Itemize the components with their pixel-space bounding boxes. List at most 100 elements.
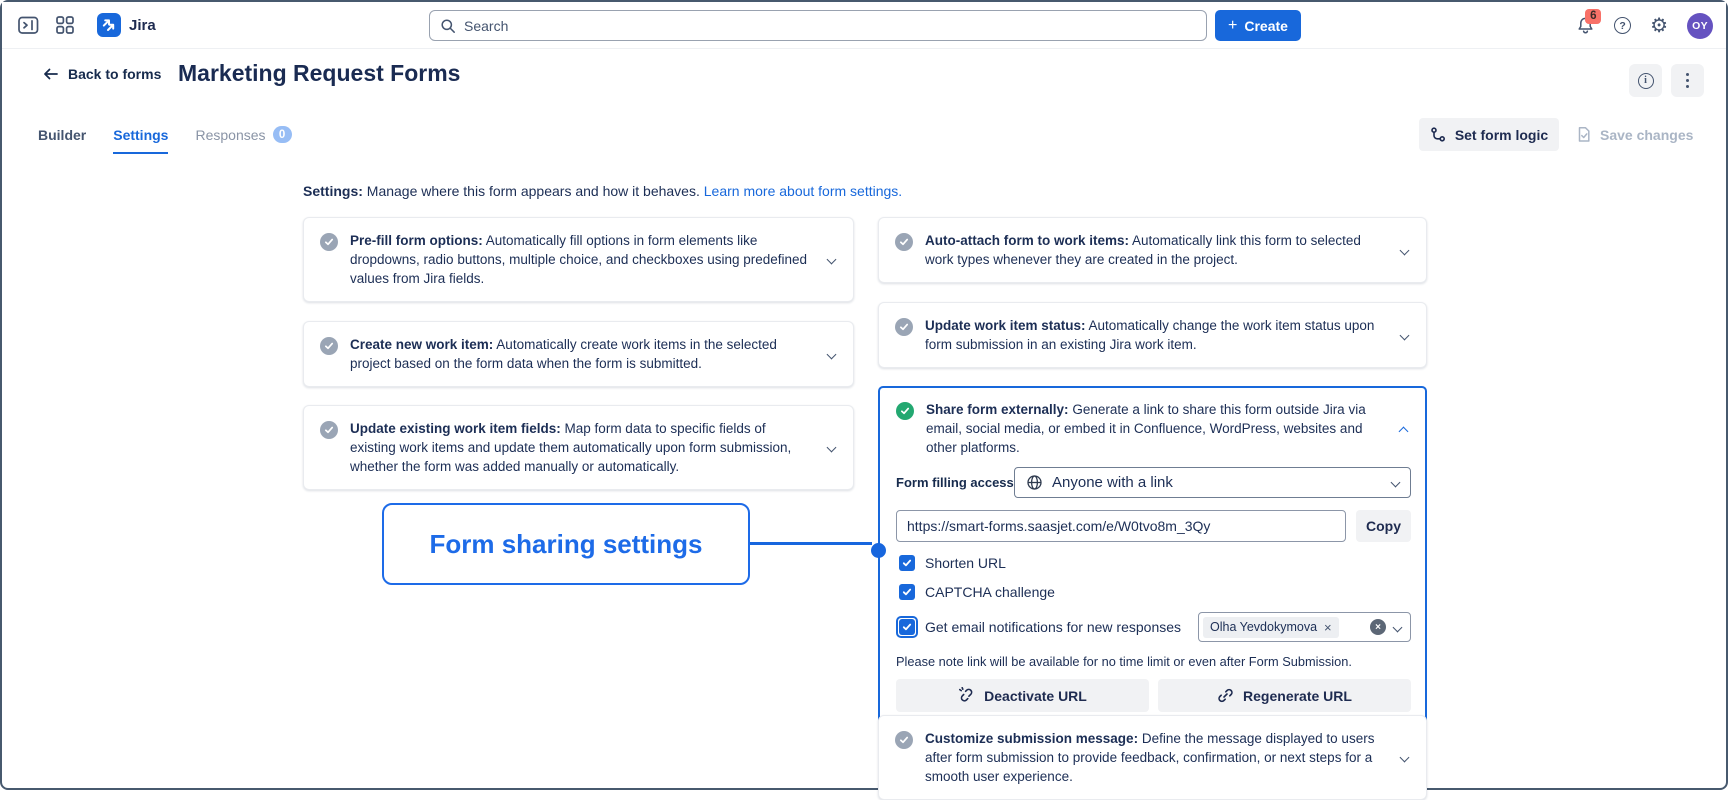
remove-recipient-icon[interactable]: × — [1324, 621, 1332, 634]
responses-count-badge: 0 — [273, 126, 292, 143]
tab-builder[interactable]: Builder — [38, 127, 86, 154]
check-circle-icon — [320, 233, 338, 251]
settings-column-right: Auto-attach form to work items: Automati… — [878, 217, 1427, 728]
save-changes-button[interactable]: Save changes — [1576, 118, 1693, 151]
expand-button[interactable] — [1397, 328, 1412, 343]
form-filling-access-label: Form filling access — [896, 475, 1014, 490]
form-info-button[interactable]: i — [1629, 64, 1662, 97]
form-sharing-settings-callout: Form sharing settings — [382, 503, 750, 585]
recipient-tag: Olha Yevdokymova × — [1203, 617, 1339, 638]
global-search[interactable] — [429, 10, 1207, 41]
help-button[interactable]: ? — [1614, 17, 1631, 34]
card-update-existing-work-item-fields[interactable]: Update existing work item fields: Map fo… — [303, 405, 854, 490]
chevron-down-icon — [827, 443, 837, 453]
back-to-forms-link[interactable]: Back to forms — [42, 66, 161, 82]
notifications-button[interactable]: 6 — [1576, 16, 1595, 36]
expand-button[interactable] — [824, 252, 839, 267]
expand-button[interactable] — [1397, 243, 1412, 258]
regenerate-url-button[interactable]: Regenerate URL — [1158, 679, 1411, 712]
expand-button[interactable] — [824, 440, 839, 455]
card-auto-attach-form[interactable]: Auto-attach form to work items: Automati… — [878, 217, 1427, 283]
check-circle-icon — [895, 731, 913, 749]
shorten-url-label: Shorten URL — [925, 555, 1006, 571]
jira-logo-icon — [97, 13, 121, 37]
set-form-logic-button[interactable]: Set form logic — [1419, 118, 1559, 151]
form-filling-access-select[interactable]: Anyone with a link — [1014, 467, 1411, 498]
settings-button[interactable]: ⚙ — [1650, 16, 1668, 36]
card-prefill-form-options[interactable]: Pre-fill form options: Automatically fil… — [303, 217, 854, 302]
card-customize-submission-message[interactable]: Customize submission message: Define the… — [878, 715, 1427, 800]
copy-url-button[interactable]: Copy — [1356, 510, 1411, 542]
chevron-down-icon — [1393, 622, 1403, 632]
panel-text: Share form externally: Generate a link t… — [926, 400, 1384, 457]
share-form-externally-panel: Share form externally: Generate a link t… — [878, 386, 1427, 728]
card-text: Auto-attach form to work items: Automati… — [925, 231, 1385, 269]
save-document-icon — [1576, 126, 1592, 143]
settings-column-right-bottom: Customize submission message: Define the… — [878, 715, 1427, 800]
access-selected-value: Anyone with a link — [1052, 474, 1173, 491]
link-availability-note: Please note link will be available for n… — [896, 654, 1411, 669]
expand-button[interactable] — [1397, 750, 1412, 765]
app-switcher-grid-icon[interactable] — [56, 16, 74, 34]
chevron-down-icon — [827, 349, 837, 359]
share-url-input[interactable] — [896, 510, 1346, 542]
tab-settings[interactable]: Settings — [113, 127, 168, 154]
chevron-down-icon — [1400, 330, 1410, 340]
checkbox-focus-ring — [896, 616, 918, 638]
form-tabs: Builder Settings Responses 0 — [38, 126, 292, 154]
app-name: Jira — [129, 17, 156, 34]
chevron-up-icon — [1399, 426, 1409, 436]
search-input[interactable] — [464, 18, 1196, 34]
captcha-checkbox[interactable] — [899, 584, 915, 600]
card-update-work-item-status[interactable]: Update work item status: Automatically c… — [878, 302, 1427, 368]
recipients-select[interactable]: Olha Yevdokymova × × — [1198, 612, 1411, 642]
kebab-menu-icon — [1686, 73, 1690, 89]
top-navigation-bar: Jira + Create 6 ? ⚙ OY — [2, 2, 1726, 49]
learn-more-link[interactable]: Learn more about form settings. — [704, 183, 902, 199]
plus-icon: + — [1228, 18, 1237, 34]
check-circle-green-icon — [896, 402, 914, 420]
page-title: Marketing Request Forms — [178, 60, 460, 87]
shorten-url-row: Shorten URL — [896, 555, 1411, 571]
chevron-down-icon — [1400, 245, 1410, 255]
card-create-new-work-item[interactable]: Create new work item: Automatically crea… — [303, 321, 854, 387]
callout-connector-line — [749, 542, 872, 545]
branch-icon — [1430, 127, 1446, 143]
captcha-label: CAPTCHA challenge — [925, 584, 1055, 600]
gear-icon: ⚙ — [1650, 16, 1668, 36]
shorten-url-checkbox[interactable] — [899, 555, 915, 571]
email-notifications-row: Get email notifications for new response… — [896, 612, 1411, 642]
more-actions-button[interactable] — [1671, 64, 1704, 97]
chevron-down-icon — [1391, 478, 1401, 488]
avatar: OY — [1687, 13, 1713, 39]
expand-button[interactable] — [824, 347, 839, 362]
jira-home-link[interactable]: Jira — [97, 13, 156, 37]
check-circle-icon — [320, 421, 338, 439]
create-button[interactable]: + Create — [1215, 10, 1301, 41]
card-text: Update existing work item fields: Map fo… — [350, 419, 812, 476]
deactivate-url-button[interactable]: Deactivate URL — [896, 679, 1149, 712]
card-text: Customize submission message: Define the… — [925, 729, 1385, 786]
card-text: Create new work item: Automatically crea… — [350, 335, 812, 373]
chevron-down-icon — [827, 255, 837, 265]
check-circle-icon — [895, 233, 913, 251]
help-icon: ? — [1614, 17, 1631, 34]
check-circle-icon — [320, 337, 338, 355]
email-notifications-label: Get email notifications for new response… — [925, 619, 1181, 635]
collapse-button[interactable] — [1396, 419, 1411, 439]
link-icon — [1217, 687, 1234, 704]
settings-column-left: Pre-fill form options: Automatically fil… — [303, 217, 854, 490]
card-text: Pre-fill form options: Automatically fil… — [350, 231, 812, 288]
settings-description: Settings: Manage where this form appears… — [303, 183, 902, 199]
profile-button[interactable]: OY — [1687, 13, 1713, 39]
search-icon — [440, 18, 456, 34]
notification-count-badge: 6 — [1585, 9, 1601, 24]
captcha-row: CAPTCHA challenge — [896, 584, 1411, 600]
sidebar-toggle-icon[interactable] — [18, 16, 39, 35]
tab-responses[interactable]: Responses 0 — [195, 126, 291, 154]
check-circle-icon — [895, 318, 913, 336]
broken-link-icon — [958, 687, 975, 704]
back-arrow-icon — [42, 66, 59, 82]
email-notifications-checkbox[interactable] — [899, 619, 915, 635]
clear-all-icon[interactable]: × — [1370, 619, 1386, 635]
